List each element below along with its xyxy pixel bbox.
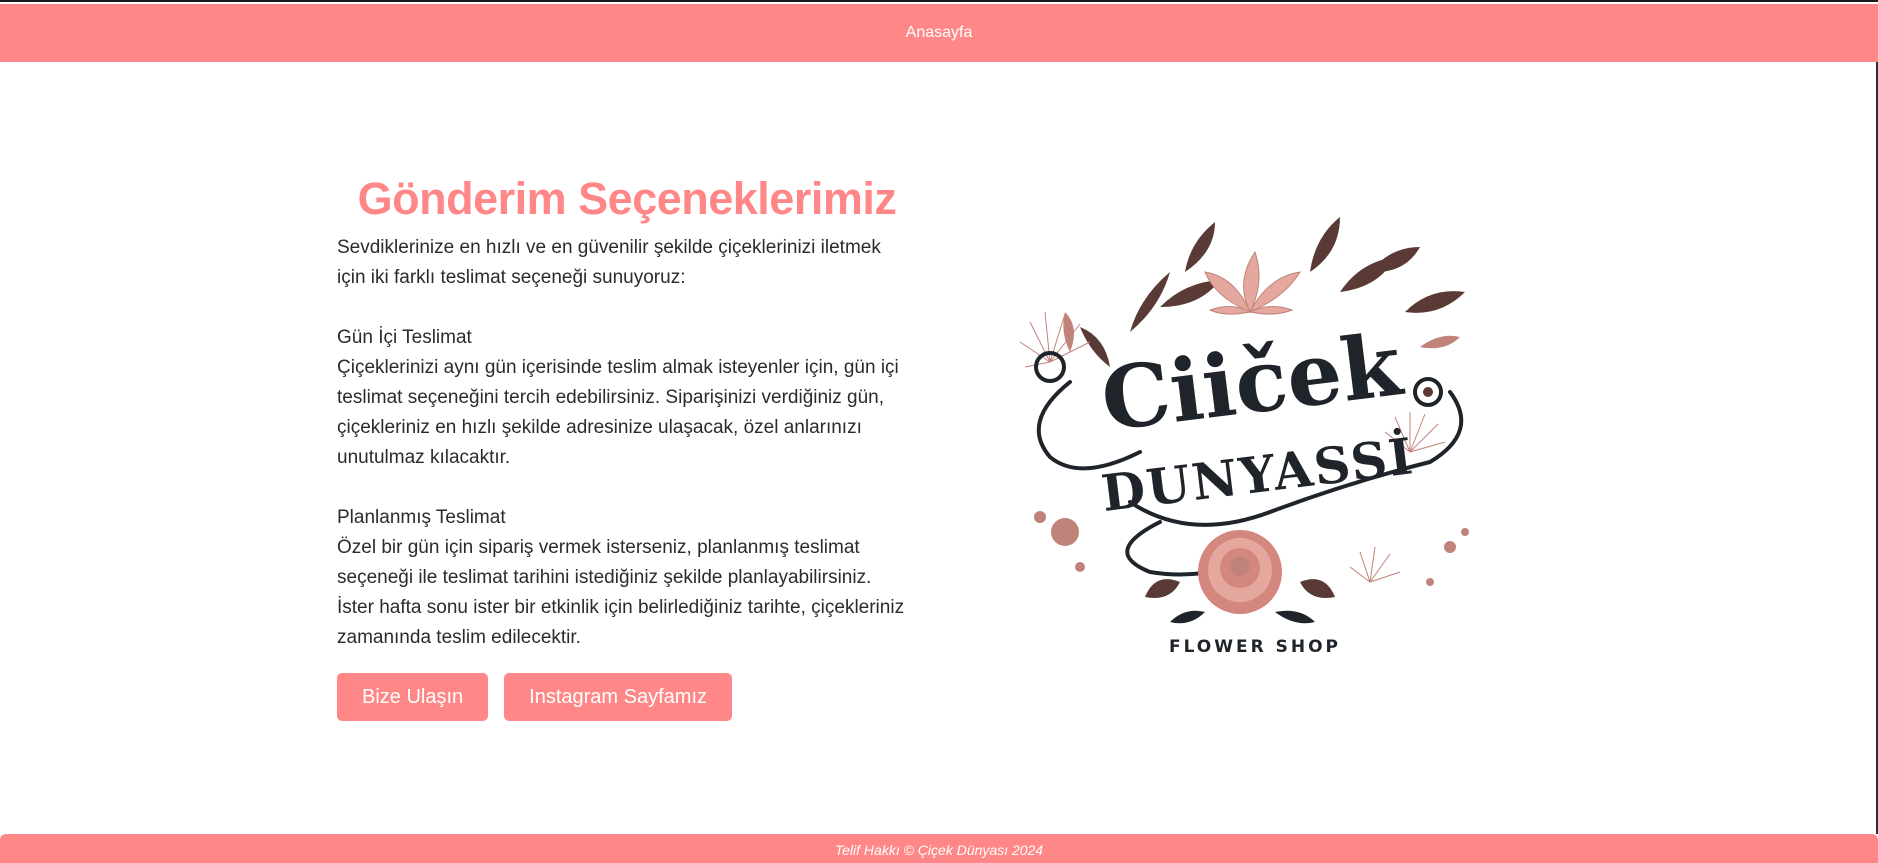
- same-day-heading: Gün İçi Teslimat: [337, 327, 472, 348]
- planned-delivery: Planlanmış Teslimat Özel bir gün için si…: [337, 503, 917, 653]
- same-day-delivery: Gün İçi Teslimat Çiçeklerinizi aynı gün …: [337, 323, 917, 473]
- same-day-line: çiçekleriniz en hızlı şekilde adresinize…: [337, 417, 862, 438]
- page: Anasayfa Gönderim Seçeneklerimiz Sevdikl…: [0, 0, 1878, 863]
- intro-text: Sevdiklerinize en hızlı ve en güvenilir …: [337, 233, 917, 293]
- intro-line: Sevdiklerinize en hızlı ve en güvenilir …: [337, 237, 881, 258]
- rose-decoration: [1145, 530, 1335, 624]
- logo-image: Ciiček DUNYASSİ FLOWER SHOP: [1019, 217, 1469, 657]
- planned-line: İster hafta sonu ister bir etkinlik için…: [337, 597, 905, 618]
- top-navbar: Anasayfa: [0, 4, 1878, 62]
- intro-line: için iki farklı teslimat seçeneği sunuyo…: [337, 267, 686, 288]
- instagram-button[interactable]: Instagram Sayfamız: [504, 673, 732, 721]
- planned-line: Özel bir gün için sipariş vermek isterse…: [337, 537, 860, 558]
- same-day-line: teslimat seçeneğini tercih edebilirsiniz…: [337, 387, 885, 408]
- planned-line: zamanında teslim edilecektir.: [337, 627, 581, 648]
- footer: Telif Hakkı © Çiçek Dünyası 2024: [0, 834, 1878, 863]
- planned-line: seçeneği ile teslimat tarihini istediğin…: [337, 567, 872, 588]
- nav-home-link[interactable]: Anasayfa: [906, 24, 973, 42]
- contact-button[interactable]: Bize Ulaşın: [337, 673, 489, 721]
- planned-heading: Planlanmış Teslimat: [337, 507, 506, 528]
- copyright-text: Telif Hakkı © Çiçek Dünyası 2024: [834, 841, 1044, 858]
- flower-shop-logo: Ciiček DUNYASSİ FLOWER SHOP: [1010, 202, 1500, 672]
- action-buttons: Bize Ulaşın Instagram Sayfamız: [337, 673, 917, 721]
- same-day-line: Çiçeklerinizi aynı gün içerisinde teslim…: [337, 357, 899, 378]
- logo-title-word: Ciiček: [1096, 314, 1409, 451]
- page-title: Gönderim Seçeneklerimiz: [357, 173, 897, 224]
- logo-subtitle: FLOWER SHOP: [1169, 637, 1341, 657]
- delivery-options-section: Gönderim Seçeneklerimiz Sevdiklerinize e…: [337, 167, 917, 721]
- same-day-line: unutulmaz kılacaktır.: [337, 447, 511, 468]
- lotus-decoration: [1204, 250, 1301, 315]
